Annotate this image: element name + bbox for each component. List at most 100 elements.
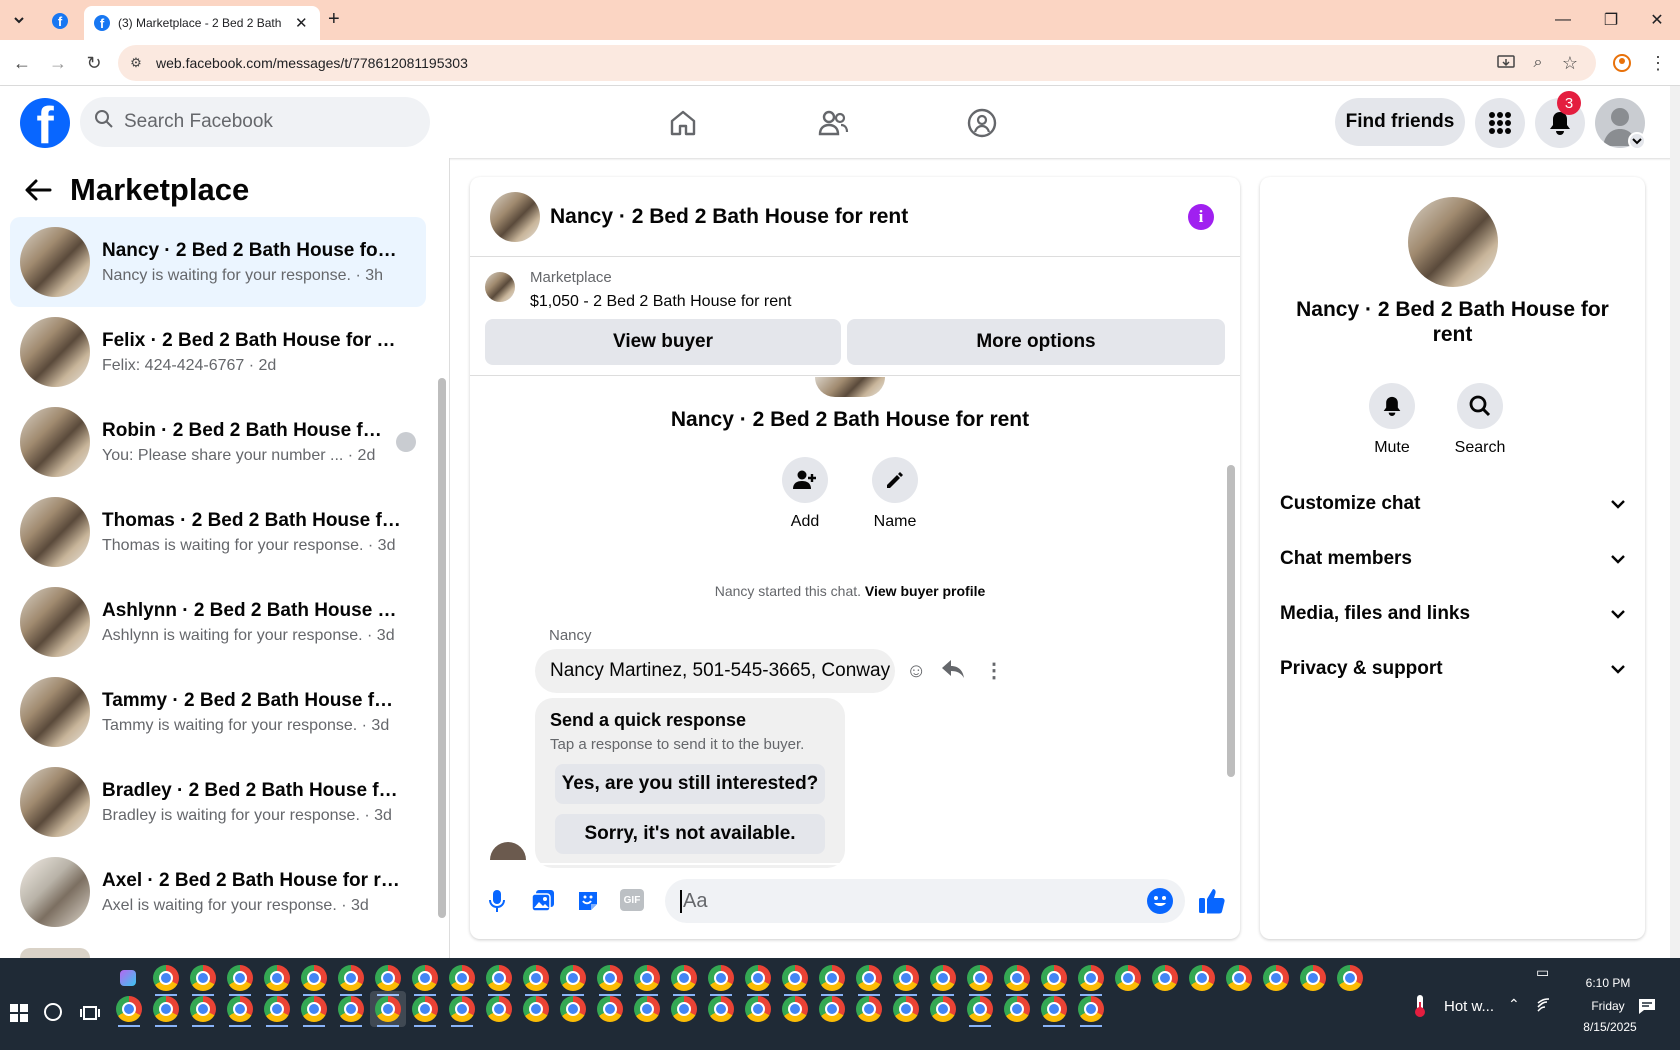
chrome-taskbar-icon[interactable] <box>301 965 327 996</box>
chat-scrollbar[interactable] <box>1227 465 1235 777</box>
conversation-item[interactable]: Nancy · 2 Bed 2 Bath House for r... Nanc… <box>10 217 426 307</box>
chrome-taskbar-icon[interactable] <box>153 996 179 1027</box>
chrome-taskbar-icon[interactable] <box>338 996 364 1027</box>
chrome-taskbar-icon[interactable] <box>486 965 512 996</box>
groups-icon[interactable] <box>947 98 1017 148</box>
chrome-taskbar-icon[interactable] <box>856 965 882 996</box>
chrome-taskbar-icon[interactable] <box>819 965 845 996</box>
home-icon[interactable] <box>648 98 718 148</box>
mute-bell-icon[interactable] <box>1369 383 1415 429</box>
media-files-links-section[interactable]: Media, files and links <box>1280 591 1625 637</box>
task-view-icon[interactable] <box>80 1004 100 1027</box>
more-actions-icon[interactable]: ⋮ <box>984 658 1004 683</box>
close-tab-icon[interactable]: ✕ <box>295 14 308 32</box>
chrome-taskbar-icon[interactable] <box>819 996 845 1022</box>
address-bar[interactable]: ⚙ web.facebook.com/messages/t/7786120811… <box>118 45 1596 81</box>
info-avatar[interactable] <box>1408 197 1498 287</box>
chrome-taskbar-icon[interactable] <box>153 965 179 996</box>
chrome-taskbar-icon[interactable] <box>782 965 808 996</box>
chrome-taskbar-icon[interactable] <box>264 965 290 996</box>
chrome-taskbar-icon[interactable] <box>967 965 993 996</box>
reload-icon[interactable]: ↻ <box>80 49 108 77</box>
close-window-icon[interactable]: ✕ <box>1634 8 1680 32</box>
chrome-taskbar-icon[interactable] <box>671 965 697 996</box>
customize-chat-section[interactable]: Customize chat <box>1280 481 1625 527</box>
notification-center-icon[interactable] <box>1638 998 1656 1019</box>
chrome-taskbar-icon[interactable] <box>930 996 956 1022</box>
chrome-taskbar-icon[interactable] <box>1004 965 1030 996</box>
chat-avatar[interactable] <box>490 192 540 242</box>
search-control[interactable]: Search <box>1445 383 1515 457</box>
chrome-taskbar-icon[interactable] <box>597 996 623 1022</box>
message-input[interactable]: Aa <box>665 879 1185 923</box>
chrome-taskbar-icon[interactable] <box>1041 996 1067 1027</box>
new-tab-plus-icon[interactable]: + <box>328 8 340 31</box>
chrome-taskbar-icon[interactable] <box>1078 996 1104 1027</box>
photo-gallery-icon[interactable] <box>531 889 555 918</box>
screen-cast-icon[interactable]: ▭ <box>1536 964 1549 981</box>
view-buyer-profile-link[interactable]: View buyer profile <box>865 583 985 599</box>
quick-response-yes-button[interactable]: Yes, are you still interested? <box>555 764 825 804</box>
clock-day[interactable]: Friday <box>1568 999 1648 1013</box>
chrome-taskbar-icon[interactable] <box>449 996 475 1027</box>
chrome-taskbar-icon[interactable] <box>227 965 253 996</box>
chrome-taskbar-icon[interactable] <box>1115 965 1141 991</box>
pinned-tab[interactable]: f <box>47 10 73 32</box>
menu-grid-icon[interactable] <box>1475 98 1525 148</box>
conversation-item[interactable]: Felix · 2 Bed 2 Bath House for rent Feli… <box>10 307 426 397</box>
weather-text[interactable]: Hot w... <box>1444 998 1494 1015</box>
chrome-taskbar-icon[interactable] <box>486 996 512 1022</box>
chrome-taskbar-icon[interactable] <box>116 996 142 1027</box>
view-buyer-button[interactable]: View buyer <box>485 319 841 365</box>
react-emoji-icon[interactable]: ☺ <box>906 660 926 683</box>
chrome-taskbar-icon[interactable] <box>671 996 697 1022</box>
bookmark-star-icon[interactable]: ☆ <box>1556 49 1584 77</box>
back-arrow-icon[interactable] <box>24 178 52 207</box>
chrome-taskbar-icon[interactable] <box>782 996 808 1022</box>
chrome-taskbar-icon[interactable] <box>893 965 919 996</box>
chrome-taskbar-icon[interactable] <box>856 996 882 1022</box>
like-thumbs-up-icon[interactable] <box>1198 887 1226 920</box>
chat-members-section[interactable]: Chat members <box>1280 536 1625 582</box>
chrome-menu-icon[interactable]: ⋮ <box>1644 49 1672 77</box>
info-icon[interactable]: i <box>1188 204 1214 230</box>
microphone-icon[interactable] <box>488 889 506 918</box>
copilot-icon[interactable] <box>120 970 136 986</box>
search-circle-icon[interactable] <box>44 1003 62 1021</box>
conversation-item[interactable]: Robin · 2 Bed 2 Bath House fo... You: Pl… <box>10 397 426 487</box>
forward-icon[interactable]: → <box>44 49 72 77</box>
chrome-taskbar-icon[interactable] <box>1189 965 1215 991</box>
chrome-taskbar-icon[interactable] <box>597 965 623 996</box>
zoom-icon[interactable]: ⌕ <box>1524 49 1552 77</box>
mute-control[interactable]: Mute <box>1362 383 1422 457</box>
chrome-taskbar-icon[interactable] <box>227 996 253 1027</box>
chrome-taskbar-icon[interactable] <box>745 996 771 1022</box>
sticker-icon[interactable] <box>576 889 600 918</box>
chrome-taskbar-icon[interactable] <box>708 996 734 1022</box>
tray-chevron-up-icon[interactable]: ⌃ <box>1508 996 1520 1013</box>
chrome-taskbar-icon[interactable] <box>893 996 919 1022</box>
name-control[interactable]: Name <box>870 457 920 531</box>
chrome-taskbar-icon[interactable] <box>745 965 771 996</box>
chrome-taskbar-icon[interactable] <box>967 996 993 1027</box>
emoji-icon[interactable] <box>1147 888 1173 914</box>
chrome-taskbar-icon[interactable] <box>560 996 586 1022</box>
quick-response-no-button[interactable]: Sorry, it's not available. <box>555 814 825 854</box>
tab-list-chevron-icon[interactable] <box>5 6 33 34</box>
chrome-taskbar-icon[interactable] <box>1004 996 1030 1022</box>
conversation-item[interactable]: Axel · 2 Bed 2 Bath House for rent Axel … <box>10 847 426 937</box>
chrome-taskbar-icon[interactable] <box>412 965 438 996</box>
chrome-taskbar-icon[interactable] <box>190 996 216 1027</box>
conversation-item[interactable]: Ashlynn · 2 Bed 2 Bath House for... Ashl… <box>10 577 426 667</box>
message-bubble[interactable]: Nancy Martinez, 501-545-3665, Conway <box>535 649 895 693</box>
chrome-taskbar-icon[interactable] <box>190 965 216 996</box>
reply-icon[interactable] <box>942 660 964 683</box>
conversation-item[interactable]: Bradley · 2 Bed 2 Bath House for... Brad… <box>10 757 426 847</box>
chrome-taskbar-icon[interactable] <box>634 996 660 1022</box>
chrome-taskbar-icon[interactable] <box>338 965 364 996</box>
minimize-icon[interactable]: — <box>1540 8 1586 32</box>
pencil-icon[interactable] <box>872 457 918 503</box>
facebook-logo[interactable]: f <box>20 98 70 148</box>
chrome-taskbar-icon[interactable] <box>560 965 586 996</box>
find-friends-button[interactable]: Find friends <box>1335 98 1465 146</box>
